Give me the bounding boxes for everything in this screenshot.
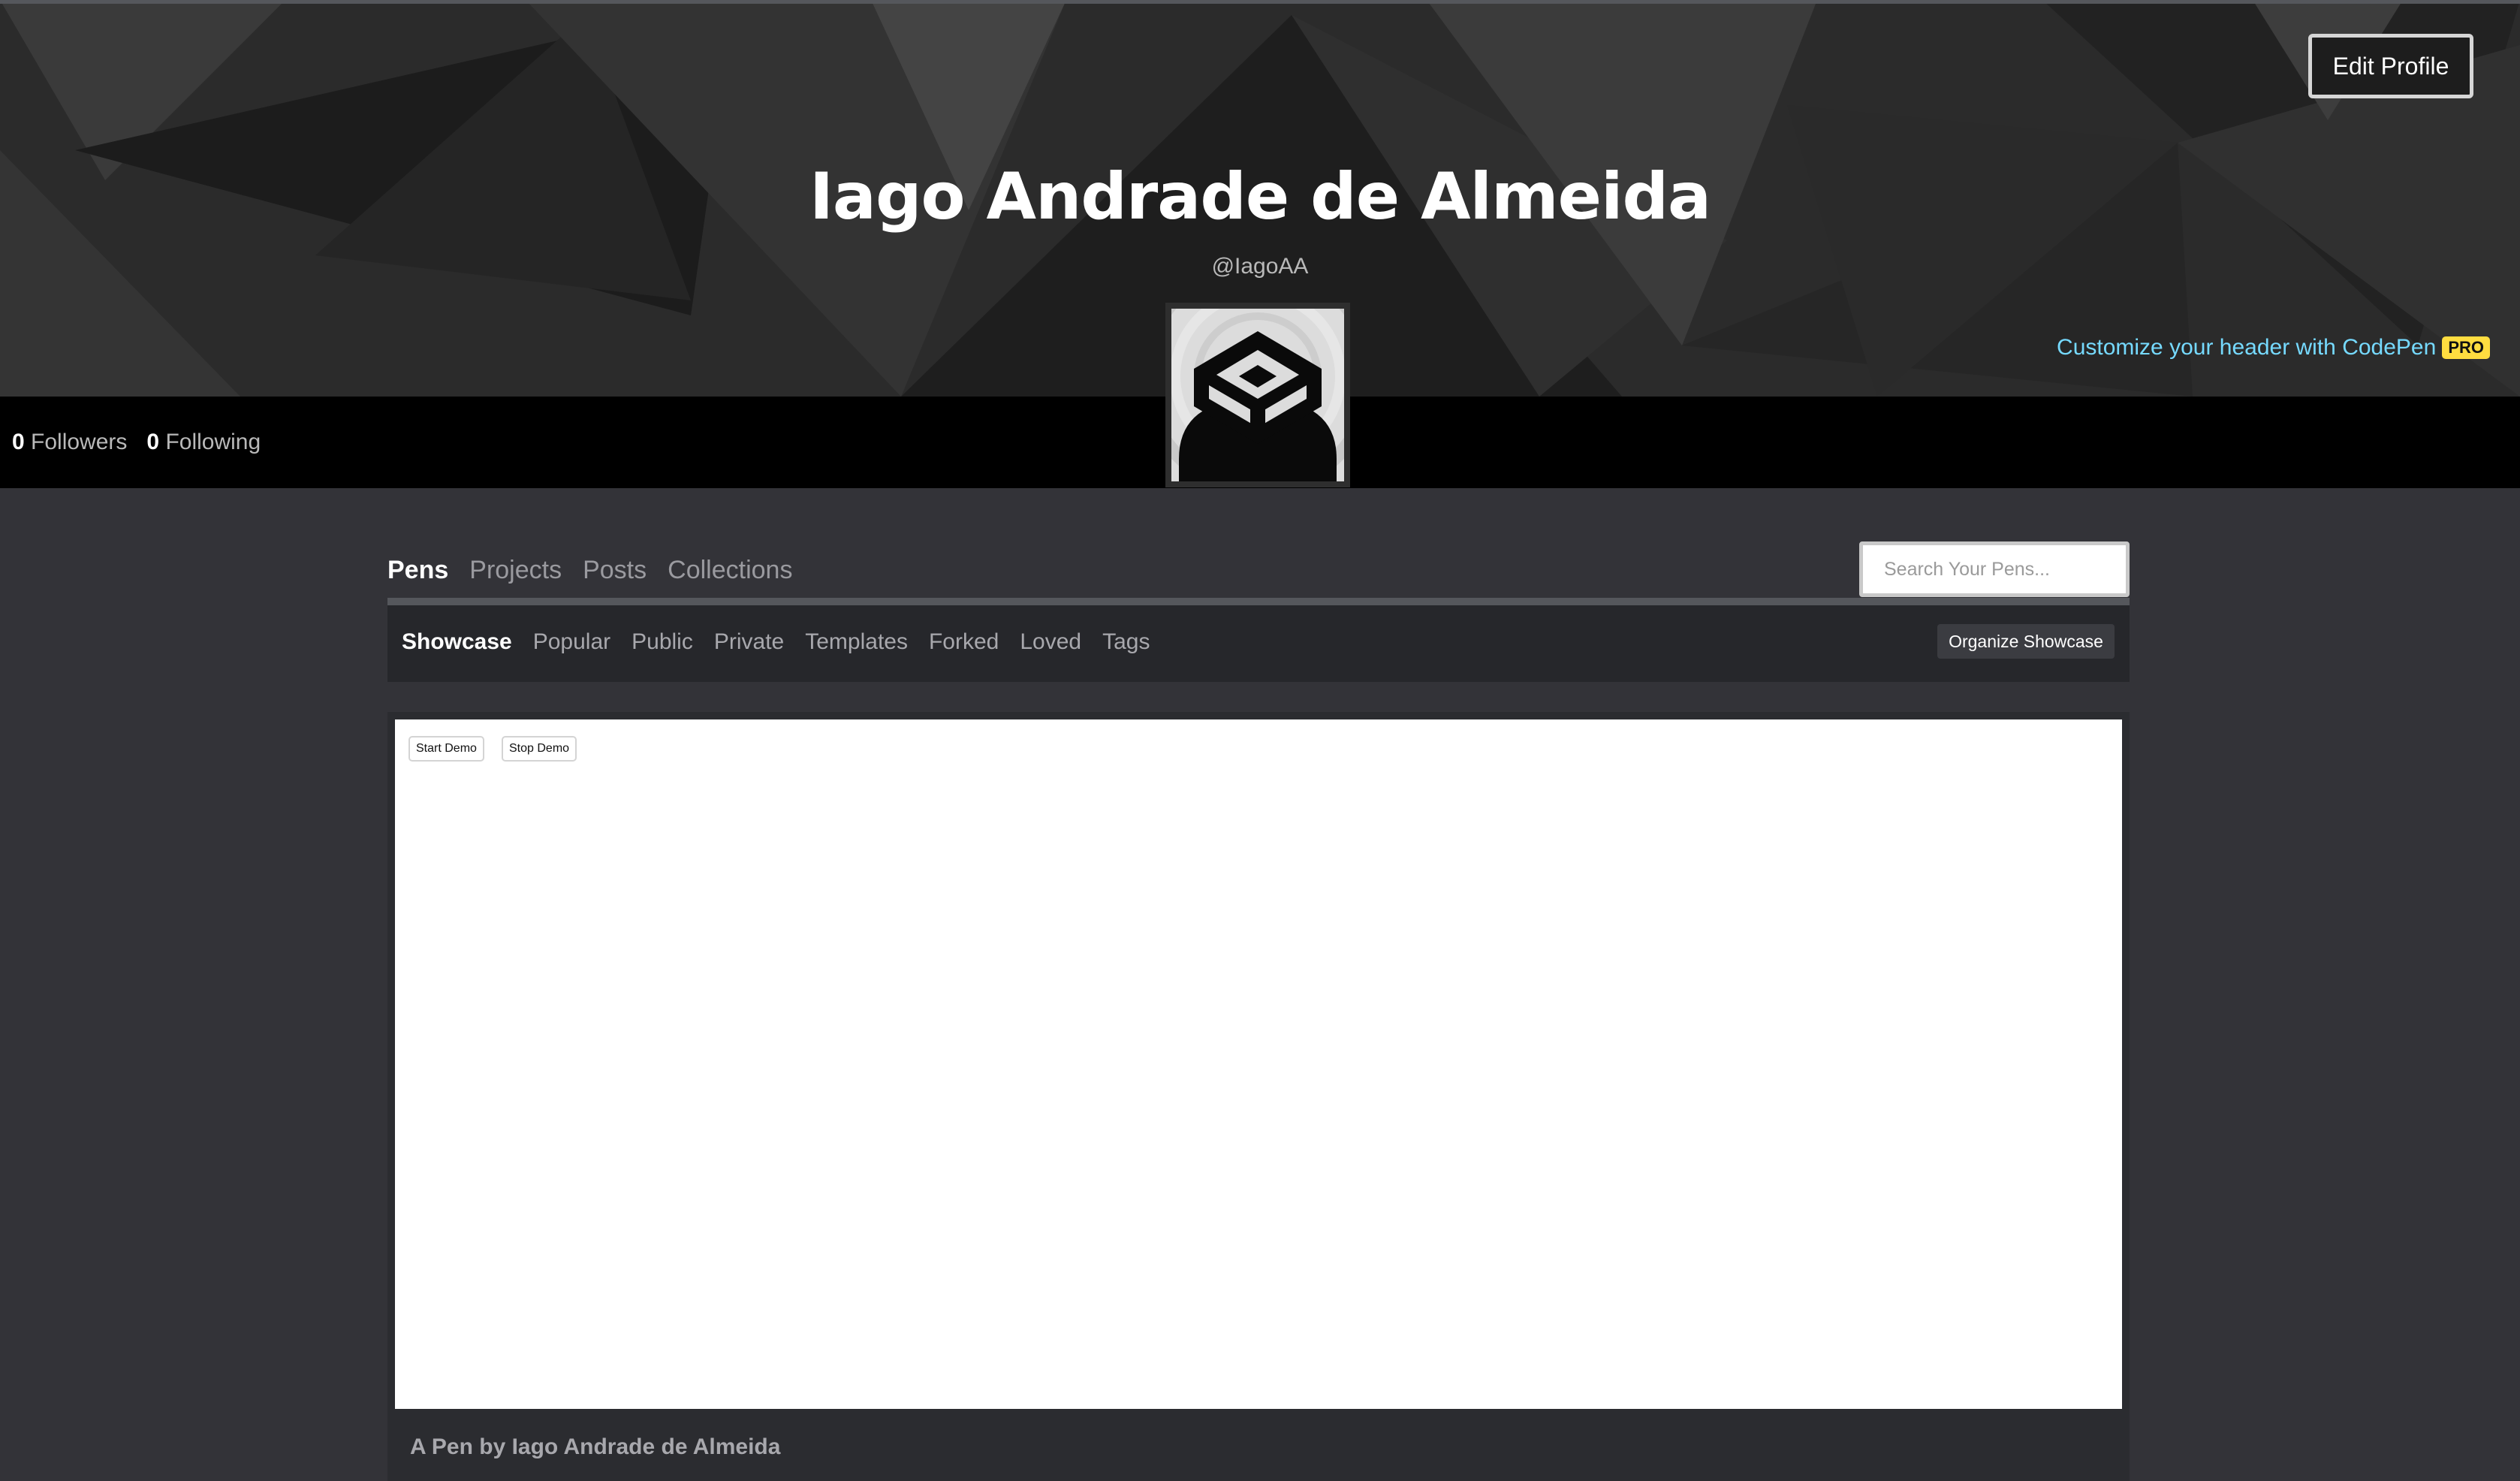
tab-collections[interactable]: Collections [668,556,792,585]
profile-name: Iago Andrade de Almeida [809,159,1711,234]
subtab-popular[interactable]: Popular [533,629,610,655]
followers-label: Followers [31,430,128,454]
stop-demo-button[interactable]: Stop Demo [502,736,577,762]
follow-stats: 0 Followers 0 Following [12,430,261,455]
following-count: 0 [146,430,160,454]
tabs-divider [387,598,2130,605]
avatar[interactable] [1165,303,1350,487]
subtab-loved[interactable]: Loved [1020,629,1081,655]
following-stat[interactable]: 0 Following [146,430,261,455]
pen-caption[interactable]: A Pen by Iago Andrade de Almeida [410,1434,780,1460]
followers-count: 0 [12,430,25,454]
search-pens-input[interactable] [1859,541,2130,597]
tab-projects[interactable]: Projects [469,556,562,585]
subtab-templates[interactable]: Templates [805,629,908,655]
tab-posts[interactable]: Posts [583,556,647,585]
pen-preview[interactable]: Start Demo Stop Demo [395,719,2122,1409]
customize-header-text: Customize your header with CodePen [2057,335,2437,360]
profile-handle: @IagoAA [1211,254,1309,279]
codepen-logo-avatar-icon [1171,309,1344,481]
followers-stat[interactable]: 0 Followers [12,430,127,455]
top-accent-line [0,0,2520,4]
pro-badge: PRO [2442,336,2490,359]
subtab-private[interactable]: Private [714,629,784,655]
customize-header-link[interactable]: Customize your header with CodePen PRO [2057,335,2490,360]
subtab-tags[interactable]: Tags [1102,629,1150,655]
subtab-public[interactable]: Public [632,629,693,655]
subtab-showcase[interactable]: Showcase [402,629,512,655]
main-tabs: Pens Projects Posts Collections [387,556,792,585]
subtab-forked[interactable]: Forked [929,629,999,655]
following-label: Following [165,430,261,454]
tab-pens[interactable]: Pens [387,556,448,585]
edit-profile-button[interactable]: Edit Profile [2308,34,2473,98]
start-demo-button[interactable]: Start Demo [408,736,484,762]
organize-showcase-button[interactable]: Organize Showcase [1937,624,2115,659]
pens-subtabs: Showcase Popular Public Private Template… [402,629,1150,655]
